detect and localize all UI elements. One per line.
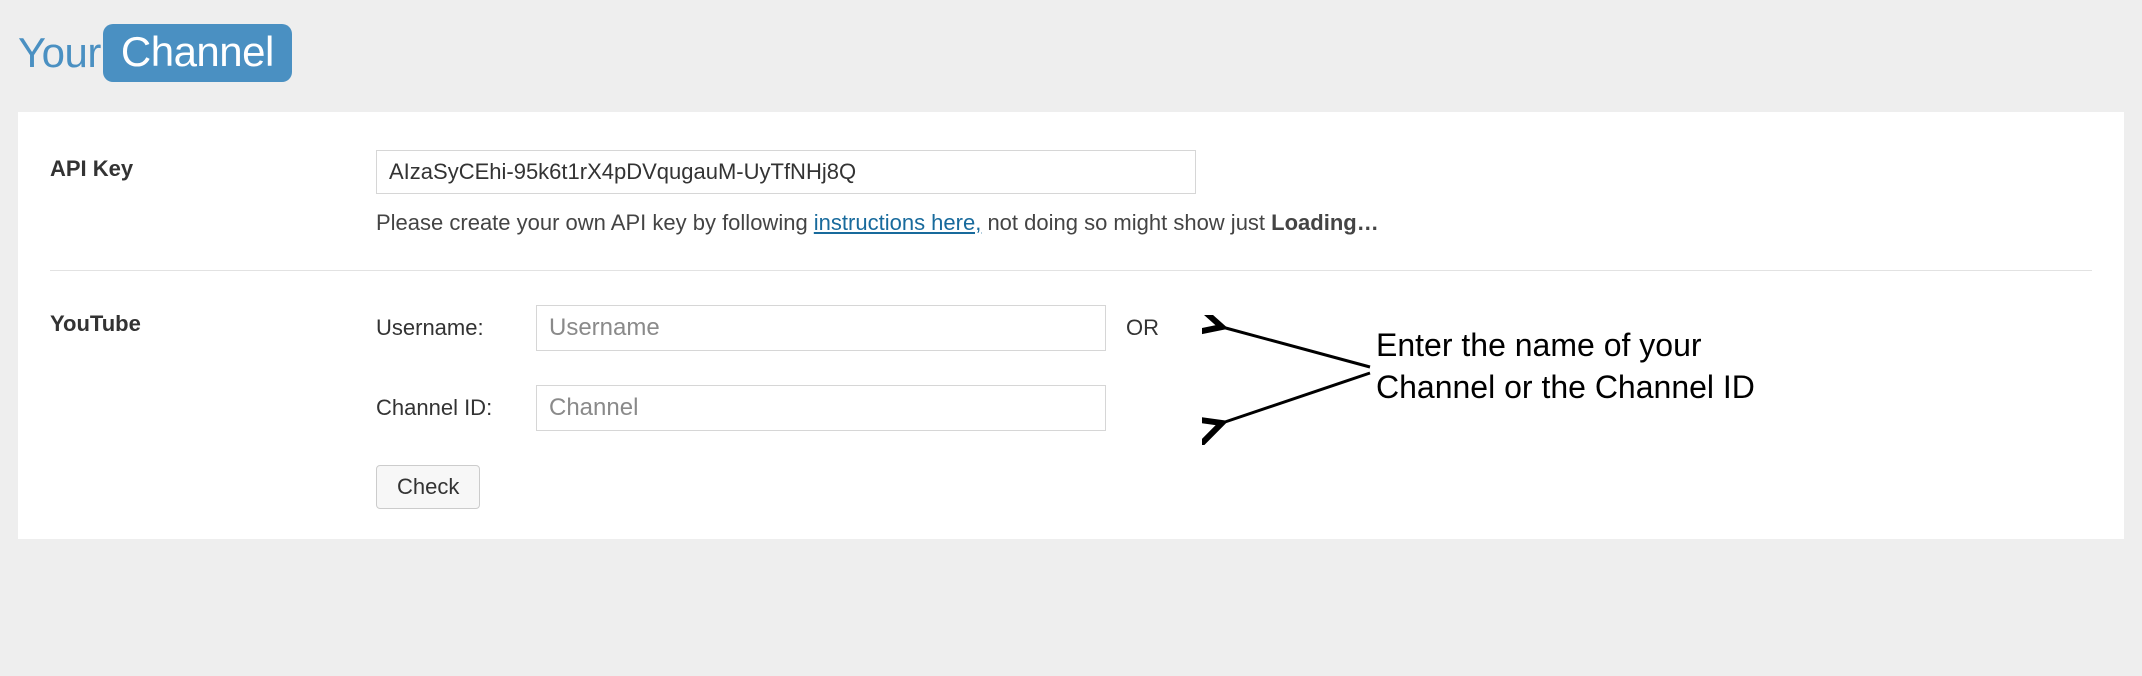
- channel-subrow: Channel ID:: [376, 385, 2092, 431]
- apikey-hint-pre: Please create your own API key by follow…: [376, 210, 814, 235]
- apikey-hint-post: not doing so might show just: [981, 210, 1271, 235]
- annotation-line2: Channel or the Channel ID: [1376, 367, 1755, 409]
- annotation-text: Enter the name of your Channel or the Ch…: [1376, 325, 1755, 408]
- apikey-hint: Please create your own API key by follow…: [376, 210, 2092, 236]
- check-button[interactable]: Check: [376, 465, 480, 509]
- username-label: Username:: [376, 315, 536, 341]
- logo-left: Your: [18, 29, 101, 77]
- username-input[interactable]: [536, 305, 1106, 351]
- apikey-input[interactable]: [376, 150, 1196, 194]
- channel-label: Channel ID:: [376, 395, 536, 421]
- apikey-row: API Key Please create your own API key b…: [50, 150, 2092, 236]
- username-subrow: Username: OR: [376, 305, 2092, 351]
- youtube-label: YouTube: [50, 305, 376, 337]
- apikey-hint-bold: Loading…: [1271, 210, 1379, 235]
- app-logo: Your Channel: [18, 24, 292, 82]
- channel-input[interactable]: [536, 385, 1106, 431]
- or-text: OR: [1126, 315, 1159, 341]
- instructions-link[interactable]: instructions here,: [814, 210, 982, 235]
- logo-right: Channel: [103, 24, 292, 82]
- divider: [50, 270, 2092, 271]
- settings-card: API Key Please create your own API key b…: [18, 112, 2124, 539]
- apikey-label: API Key: [50, 150, 376, 182]
- annotation-line1: Enter the name of your: [1376, 325, 1755, 367]
- youtube-row: YouTube Username: OR Channel ID: Check: [50, 305, 2092, 509]
